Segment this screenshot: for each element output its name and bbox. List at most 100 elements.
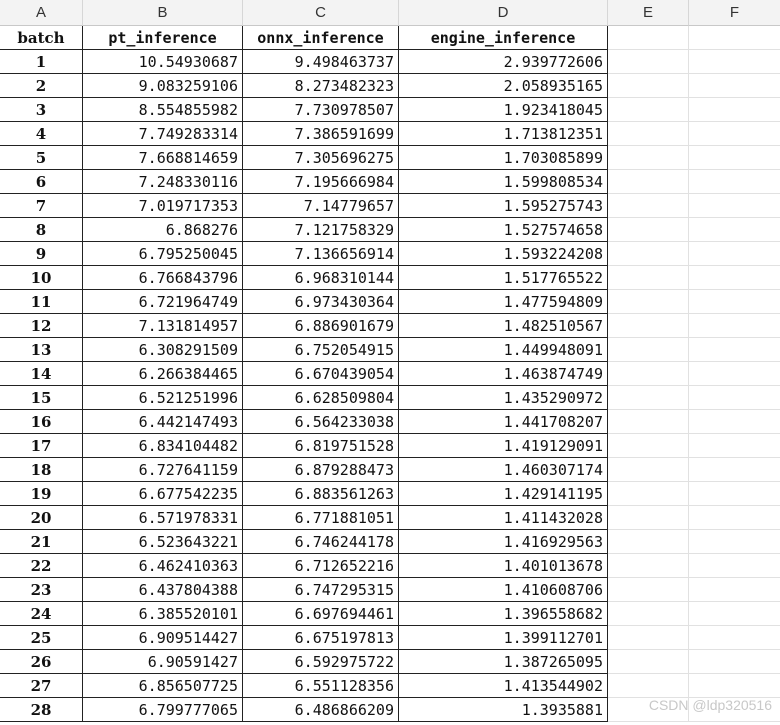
data-cell-onnx-inference[interactable]: 6.883561263	[243, 482, 399, 506]
data-cell-engine-inference[interactable]: 1.396558682	[399, 602, 608, 626]
data-cell-batch[interactable]: 26	[0, 650, 83, 674]
empty-cell[interactable]	[608, 290, 689, 314]
data-cell-batch[interactable]: 5	[0, 146, 83, 170]
data-cell-onnx-inference[interactable]: 6.879288473	[243, 458, 399, 482]
data-cell-onnx-inference[interactable]: 6.886901679	[243, 314, 399, 338]
data-cell-batch[interactable]: 25	[0, 626, 83, 650]
header-cell-batch[interactable]: batch	[0, 26, 83, 50]
data-cell-onnx-inference[interactable]: 6.675197813	[243, 626, 399, 650]
empty-cell[interactable]	[608, 458, 689, 482]
header-cell-pt-inference[interactable]: pt_inference	[83, 26, 243, 50]
empty-cell[interactable]	[689, 242, 780, 266]
empty-cell[interactable]	[689, 506, 780, 530]
data-cell-engine-inference[interactable]: 1.703085899	[399, 146, 608, 170]
header-cell-engine-inference[interactable]: engine_inference	[399, 26, 608, 50]
data-cell-batch[interactable]: 27	[0, 674, 83, 698]
data-cell-engine-inference[interactable]: 1.713812351	[399, 122, 608, 146]
data-cell-pt-inference[interactable]: 7.749283314	[83, 122, 243, 146]
empty-cell[interactable]	[608, 410, 689, 434]
empty-cell[interactable]	[608, 530, 689, 554]
data-cell-onnx-inference[interactable]: 6.564233038	[243, 410, 399, 434]
data-cell-onnx-inference[interactable]: 8.273482323	[243, 74, 399, 98]
data-cell-pt-inference[interactable]: 7.248330116	[83, 170, 243, 194]
data-cell-pt-inference[interactable]: 6.571978331	[83, 506, 243, 530]
data-cell-engine-inference[interactable]: 1.413544902	[399, 674, 608, 698]
empty-cell[interactable]	[608, 26, 689, 50]
data-cell-pt-inference[interactable]: 9.083259106	[83, 74, 243, 98]
empty-cell[interactable]	[608, 434, 689, 458]
data-cell-batch[interactable]: 14	[0, 362, 83, 386]
data-cell-pt-inference[interactable]: 6.856507725	[83, 674, 243, 698]
data-cell-batch[interactable]: 19	[0, 482, 83, 506]
data-cell-pt-inference[interactable]: 8.554855982	[83, 98, 243, 122]
data-cell-engine-inference[interactable]: 1.923418045	[399, 98, 608, 122]
empty-cell[interactable]	[608, 482, 689, 506]
data-cell-onnx-inference[interactable]: 7.386591699	[243, 122, 399, 146]
data-cell-batch[interactable]: 10	[0, 266, 83, 290]
data-cell-pt-inference[interactable]: 6.442147493	[83, 410, 243, 434]
data-cell-batch[interactable]: 13	[0, 338, 83, 362]
empty-cell[interactable]	[689, 26, 780, 50]
data-cell-onnx-inference[interactable]: 7.195666984	[243, 170, 399, 194]
data-cell-engine-inference[interactable]: 1.441708207	[399, 410, 608, 434]
empty-cell[interactable]	[689, 386, 780, 410]
empty-cell[interactable]	[608, 50, 689, 74]
data-cell-engine-inference[interactable]: 1.517765522	[399, 266, 608, 290]
data-cell-batch[interactable]: 22	[0, 554, 83, 578]
data-cell-batch[interactable]: 4	[0, 122, 83, 146]
data-cell-pt-inference[interactable]: 6.721964749	[83, 290, 243, 314]
empty-cell[interactable]	[689, 314, 780, 338]
empty-cell[interactable]	[608, 98, 689, 122]
data-cell-engine-inference[interactable]: 1.387265095	[399, 650, 608, 674]
data-cell-engine-inference[interactable]: 1.410608706	[399, 578, 608, 602]
data-cell-engine-inference[interactable]: 1.416929563	[399, 530, 608, 554]
data-cell-batch[interactable]: 2	[0, 74, 83, 98]
empty-cell[interactable]	[608, 122, 689, 146]
empty-cell[interactable]	[608, 194, 689, 218]
data-cell-onnx-inference[interactable]: 6.968310144	[243, 266, 399, 290]
data-cell-batch[interactable]: 6	[0, 170, 83, 194]
data-cell-engine-inference[interactable]: 1.460307174	[399, 458, 608, 482]
data-cell-pt-inference[interactable]: 10.54930687	[83, 50, 243, 74]
data-cell-batch[interactable]: 24	[0, 602, 83, 626]
empty-cell[interactable]	[689, 554, 780, 578]
data-cell-onnx-inference[interactable]: 6.752054915	[243, 338, 399, 362]
data-cell-onnx-inference[interactable]: 6.712652216	[243, 554, 399, 578]
data-cell-onnx-inference[interactable]: 6.819751528	[243, 434, 399, 458]
data-cell-engine-inference[interactable]: 1.3935881	[399, 698, 608, 722]
data-cell-pt-inference[interactable]: 6.868276	[83, 218, 243, 242]
data-cell-batch[interactable]: 11	[0, 290, 83, 314]
data-cell-engine-inference[interactable]: 1.449948091	[399, 338, 608, 362]
empty-cell[interactable]	[689, 674, 780, 698]
data-cell-pt-inference[interactable]: 7.019717353	[83, 194, 243, 218]
data-cell-engine-inference[interactable]: 2.939772606	[399, 50, 608, 74]
empty-cell[interactable]	[608, 74, 689, 98]
empty-cell[interactable]	[689, 578, 780, 602]
data-cell-onnx-inference[interactable]: 6.628509804	[243, 386, 399, 410]
empty-cell[interactable]	[608, 218, 689, 242]
data-cell-onnx-inference[interactable]: 9.498463737	[243, 50, 399, 74]
empty-cell[interactable]	[689, 218, 780, 242]
column-header-e[interactable]: E	[608, 0, 689, 26]
data-cell-pt-inference[interactable]: 6.766843796	[83, 266, 243, 290]
data-cell-batch[interactable]: 18	[0, 458, 83, 482]
empty-cell[interactable]	[689, 626, 780, 650]
data-cell-batch[interactable]: 21	[0, 530, 83, 554]
data-cell-batch[interactable]: 15	[0, 386, 83, 410]
column-header-a[interactable]: A	[0, 0, 83, 26]
data-cell-pt-inference[interactable]: 6.909514427	[83, 626, 243, 650]
empty-cell[interactable]	[608, 674, 689, 698]
data-cell-onnx-inference[interactable]: 6.592975722	[243, 650, 399, 674]
empty-cell[interactable]	[689, 530, 780, 554]
empty-cell[interactable]	[689, 98, 780, 122]
data-cell-engine-inference[interactable]: 1.463874749	[399, 362, 608, 386]
empty-cell[interactable]	[608, 386, 689, 410]
data-cell-batch[interactable]: 17	[0, 434, 83, 458]
empty-cell[interactable]	[608, 554, 689, 578]
data-cell-batch[interactable]: 9	[0, 242, 83, 266]
empty-cell[interactable]	[608, 602, 689, 626]
data-cell-engine-inference[interactable]: 1.599808534	[399, 170, 608, 194]
data-cell-onnx-inference[interactable]: 7.121758329	[243, 218, 399, 242]
data-cell-pt-inference[interactable]: 7.668814659	[83, 146, 243, 170]
data-cell-onnx-inference[interactable]: 6.697694461	[243, 602, 399, 626]
